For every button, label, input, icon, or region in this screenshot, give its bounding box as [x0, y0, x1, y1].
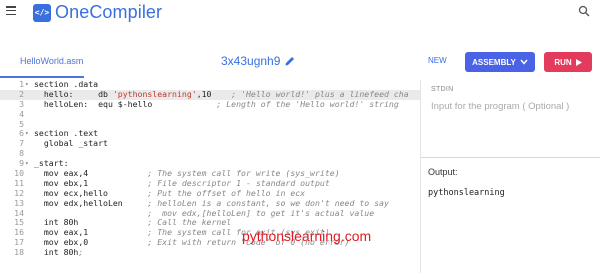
menu-icon[interactable]: [6, 6, 16, 15]
top-bar: </> OneCompiler: [0, 0, 600, 24]
fold-toggle-icon[interactable]: ▾: [25, 80, 29, 90]
new-button[interactable]: NEW: [428, 56, 447, 65]
code-line[interactable]: 4: [0, 109, 420, 120]
language-label: ASSEMBLY: [472, 57, 516, 67]
code-editor[interactable]: 1 ▾ section .data 2 hello: db 'pythonslearn…: [0, 80, 420, 273]
fold-toggle-icon[interactable]: ▾: [25, 159, 29, 169]
output-text: pythonslearning: [428, 188, 505, 198]
code-text: helloLen: equ $-hello ; Length of the 'H…: [34, 98, 399, 109]
output-label: Output:: [428, 167, 458, 177]
stdin-label: STDIN: [431, 86, 454, 93]
code-line[interactable]: 7 global _start: [0, 138, 420, 149]
play-icon: [575, 58, 582, 66]
brand-name: OneCompiler: [55, 2, 163, 22]
code-line[interactable]: 18 int 80h;: [0, 247, 420, 258]
language-select-button[interactable]: ASSEMBLY: [465, 52, 535, 72]
search-icon[interactable]: [578, 5, 590, 17]
panel-divider-horizontal: [421, 157, 600, 158]
run-button[interactable]: RUN: [544, 52, 592, 72]
brand[interactable]: </> OneCompiler: [33, 2, 162, 23]
file-tab[interactable]: HelloWorld.asm: [0, 46, 84, 78]
fold-toggle-icon[interactable]: ▾: [25, 129, 29, 139]
edit-pencil-icon[interactable]: [284, 55, 296, 67]
watermark-text: pythonslearning.com: [242, 228, 372, 244]
project-id: 3x43ugnh9: [221, 54, 281, 68]
line-number: 18: [14, 247, 24, 258]
code-text: global _start: [34, 138, 108, 149]
run-label: RUN: [554, 57, 572, 67]
code-text: int 80h;: [34, 247, 84, 258]
chevron-down-icon: [520, 59, 528, 65]
editor-toolbar: HelloWorld.asm 3x43ugnh9 NEW ASSEMBLY RU…: [0, 46, 600, 78]
stdin-input[interactable]: Input for the program ( Optional ): [431, 101, 591, 112]
panel-divider: [420, 80, 421, 273]
code-line[interactable]: 3 helloLen: equ $-hello ; Length of the …: [0, 98, 420, 110]
brand-logo-icon: </>: [33, 3, 51, 22]
